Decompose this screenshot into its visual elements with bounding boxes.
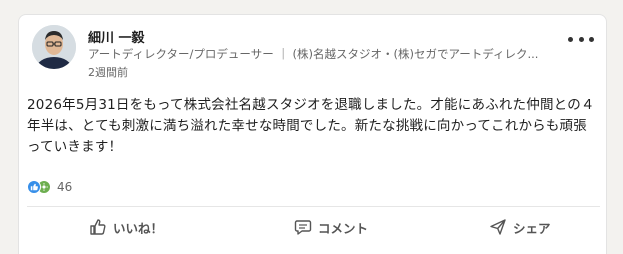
post-time: 2週間前: [88, 66, 128, 79]
reactions-summary[interactable]: 46: [27, 178, 72, 196]
thumbs-up-icon: [90, 219, 106, 235]
comment-label: コメント: [318, 220, 369, 236]
dot-icon: [589, 36, 594, 42]
more-options-button[interactable]: [568, 32, 594, 46]
like-button[interactable]: いいね！: [89, 213, 163, 241]
dot-icon: [578, 36, 584, 42]
dot-icon: [568, 36, 573, 42]
comment-icon: [294, 220, 312, 235]
share-label: シェア: [513, 220, 551, 236]
send-icon: [490, 219, 506, 235]
like-label: いいね！: [113, 220, 164, 236]
author-headline: アートディレクター/プロデューサー ｜ (株)名越スタジオ・(株)セガでアートデ…: [88, 47, 539, 61]
share-button[interactable]: シェア: [489, 213, 551, 241]
reaction-count: 46: [57, 180, 73, 194]
like-reaction-icon: [27, 180, 41, 194]
post-card: 細川 一毅 アートディレクター/プロデューサー ｜ (株)名越スタジオ・(株)セ…: [18, 14, 607, 254]
avatar[interactable]: [32, 25, 76, 69]
author-name[interactable]: 細川 一毅: [88, 27, 145, 46]
post-text: 2026年5月31日をもって株式会社名越スタジオを退職しました。才能にあふれた仲…: [27, 97, 595, 155]
comment-button[interactable]: コメント: [294, 213, 368, 241]
divider: [27, 206, 600, 207]
